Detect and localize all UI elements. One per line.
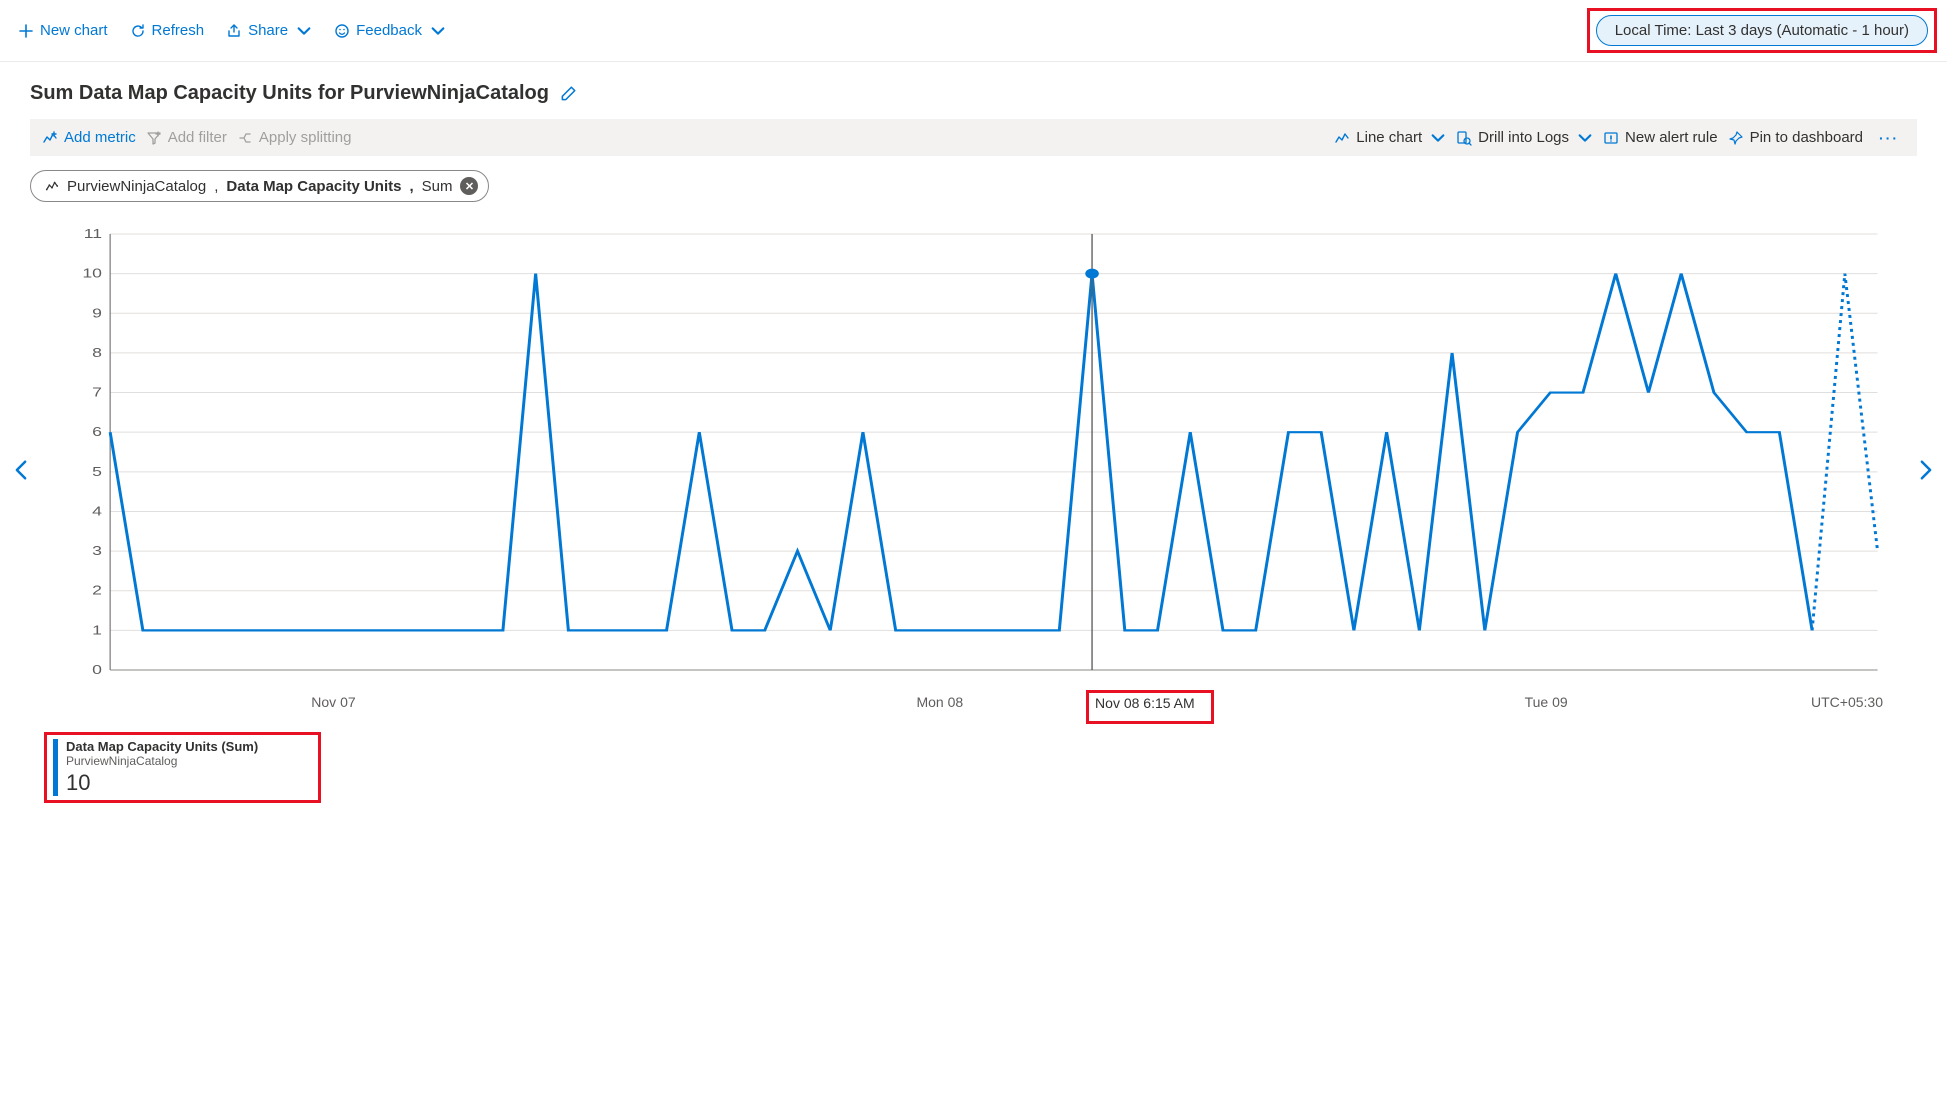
- svg-text:4: 4: [92, 505, 102, 519]
- x-axis: UTC+05:30 Nov 07 Mon 08 Tue 09: [64, 694, 1883, 718]
- new-chart-label: New chart: [40, 22, 108, 39]
- feedback-button[interactable]: Feedback: [326, 18, 454, 43]
- chart-type-button[interactable]: Line chart: [1334, 129, 1446, 146]
- x-tick-label: Tue 09: [1525, 694, 1568, 710]
- new-chart-button[interactable]: New chart: [10, 18, 116, 43]
- legend-value: 10: [66, 770, 258, 796]
- add-metric-label: Add metric: [64, 129, 136, 146]
- metric-icon: [45, 179, 59, 193]
- next-time-button[interactable]: [1913, 453, 1939, 493]
- add-metric-button[interactable]: Add metric: [42, 129, 136, 146]
- add-filter-button: Add filter: [146, 129, 227, 146]
- share-button[interactable]: Share: [218, 18, 320, 43]
- chart-type-label: Line chart: [1356, 129, 1422, 146]
- edit-icon[interactable]: [559, 85, 577, 103]
- pin-dashboard-button[interactable]: Pin to dashboard: [1728, 129, 1863, 146]
- drill-logs-label: Drill into Logs: [1478, 129, 1569, 146]
- svg-text:6: 6: [92, 425, 102, 439]
- apply-splitting-label: Apply splitting: [259, 129, 352, 146]
- svg-text:9: 9: [92, 306, 102, 320]
- feedback-label: Feedback: [356, 22, 422, 39]
- hover-timestamp: Nov 08 6:15 AM: [1095, 695, 1195, 711]
- chevron-down-icon: [430, 23, 446, 39]
- share-label: Share: [248, 22, 288, 39]
- chart-title: Sum Data Map Capacity Units for PurviewN…: [30, 82, 549, 105]
- share-icon: [226, 23, 242, 39]
- svg-text:10: 10: [82, 267, 102, 281]
- svg-text:0: 0: [92, 663, 102, 677]
- split-icon: [237, 130, 253, 146]
- legend-subtitle: PurviewNinjaCatalog: [66, 754, 258, 768]
- x-tick-label: Mon 08: [916, 694, 963, 710]
- smiley-icon: [334, 23, 350, 39]
- svg-text:5: 5: [92, 465, 102, 479]
- svg-text:3: 3: [92, 544, 102, 558]
- drill-logs-button[interactable]: Drill into Logs: [1456, 129, 1593, 146]
- chip-remove-button[interactable]: ✕: [460, 177, 478, 195]
- new-alert-label: New alert rule: [1625, 129, 1718, 146]
- add-filter-label: Add filter: [168, 129, 227, 146]
- new-alert-button[interactable]: New alert rule: [1603, 129, 1718, 146]
- more-actions-button[interactable]: ···: [1873, 130, 1905, 146]
- chart-title-row: Sum Data Map Capacity Units for PurviewN…: [0, 62, 1947, 119]
- refresh-button[interactable]: Refresh: [122, 18, 213, 43]
- chip-resource: PurviewNinjaCatalog: [67, 178, 206, 195]
- legend-card[interactable]: Data Map Capacity Units (Sum) PurviewNin…: [44, 732, 321, 803]
- prev-time-button[interactable]: [8, 453, 34, 493]
- chip-aggregation: Sum: [422, 178, 453, 195]
- metric-chip[interactable]: PurviewNinjaCatalog, Data Map Capacity U…: [30, 170, 489, 202]
- legend-title: Data Map Capacity Units (Sum): [66, 739, 258, 754]
- refresh-label: Refresh: [152, 22, 205, 39]
- apply-splitting-button: Apply splitting: [237, 129, 352, 146]
- line-chart[interactable]: 0 1 2 3 4 5 6 7 8 9 10 11: [64, 228, 1883, 688]
- x-tick-label: Nov 07: [311, 694, 355, 710]
- time-range-highlight: Local Time: Last 3 days (Automatic - 1 h…: [1587, 8, 1937, 53]
- chevron-down-icon: [1430, 130, 1446, 146]
- plus-icon: [18, 23, 34, 39]
- hover-timestamp-highlight: Nov 08 6:15 AM: [1086, 690, 1214, 724]
- filter-icon: [146, 130, 162, 146]
- svg-text:7: 7: [92, 386, 102, 400]
- legend-row: Data Map Capacity Units (Sum) PurviewNin…: [44, 732, 1917, 803]
- chart-stage: 0 1 2 3 4 5 6 7 8 9 10 11 UTC+05:30 Nov 07 Mon 08 Tue…: [14, 228, 1933, 718]
- time-range-label: Local Time: Last 3 days (Automatic - 1 h…: [1615, 22, 1909, 39]
- chevron-down-icon: [296, 23, 312, 39]
- pin-dashboard-label: Pin to dashboard: [1750, 129, 1863, 146]
- time-range-button[interactable]: Local Time: Last 3 days (Automatic - 1 h…: [1596, 15, 1928, 46]
- metric-chip-row: PurviewNinjaCatalog, Data Map Capacity U…: [0, 156, 1947, 208]
- svg-text:8: 8: [92, 346, 102, 360]
- line-chart-icon: [1334, 130, 1350, 146]
- timezone-label: UTC+05:30: [1811, 694, 1883, 710]
- svg-text:2: 2: [92, 584, 102, 598]
- chart-toolbar: Add metric Add filter Apply splitting Li…: [30, 119, 1917, 156]
- top-toolbar: New chart Refresh Share Feedback Local T…: [0, 0, 1947, 62]
- svg-text:1: 1: [92, 623, 102, 637]
- pin-icon: [1728, 130, 1744, 146]
- add-metric-icon: [42, 130, 58, 146]
- chip-metric: Data Map Capacity Units: [226, 178, 401, 195]
- alert-icon: [1603, 130, 1619, 146]
- refresh-icon: [130, 23, 146, 39]
- svg-text:11: 11: [84, 228, 102, 241]
- chevron-down-icon: [1577, 130, 1593, 146]
- logs-icon: [1456, 130, 1472, 146]
